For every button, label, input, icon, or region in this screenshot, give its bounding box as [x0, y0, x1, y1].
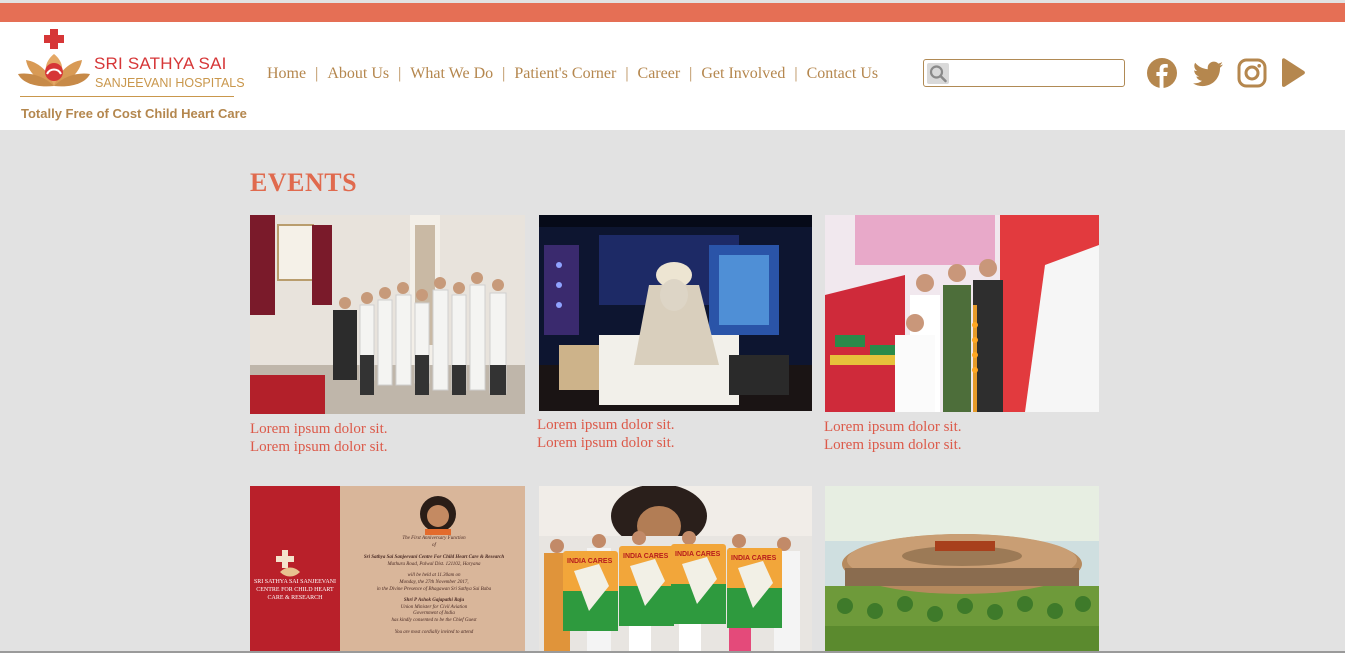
event-photo: [539, 486, 812, 653]
poster-guest-name: Shri P Ashok Gajapathi Raju: [403, 598, 465, 604]
event-image-hospital-campus[interactable]: [825, 486, 1099, 653]
poster-invitation-text: The First Anniversary Function of Sri Sa…: [345, 536, 523, 636]
banner-text: INDIA CARES: [675, 551, 721, 558]
poster-of: of: [432, 542, 436, 548]
caption-line: Lorem ipsum dolor sit.: [537, 435, 675, 451]
site-header: SRI SATHYA SAI SANJEEVANI HOSPITALS Tota…: [0, 22, 1345, 130]
banner-text: INDIA CARES: [567, 558, 613, 565]
hospital-logo[interactable]: SRI SATHYA SAI SANJEEVANI HOSPITALS Tota…: [16, 28, 247, 121]
event-photo: [539, 215, 812, 411]
instagram-icon[interactable]: [1237, 57, 1267, 89]
main-nav: Home | About Us | What We Do | Patient's…: [267, 64, 878, 84]
nav-what-we-do[interactable]: What We Do: [410, 65, 493, 83]
nav-about-us[interactable]: About Us: [327, 65, 389, 83]
event-caption: Lorem ipsum dolor sit. Lorem ipsum dolor…: [824, 418, 962, 454]
search-icon: [929, 65, 947, 83]
nav-contact-us[interactable]: Contact Us: [807, 65, 879, 83]
facebook-icon[interactable]: [1146, 57, 1178, 89]
search-box: [923, 59, 1125, 87]
banner-text: INDIA CARES: [623, 553, 669, 560]
poster-presence: in the Divine Presence of Bhagawan Sri S…: [376, 586, 492, 592]
event-image-invitation-poster[interactable]: SRI SATHYA SAI SANJEEVANI CENTRE FOR CHI…: [250, 486, 525, 653]
top-accent-bar: [0, 3, 1345, 22]
twitter-icon[interactable]: [1191, 57, 1225, 89]
caption-line: Lorem ipsum dolor sit.: [250, 421, 388, 437]
caption-line: Lorem ipsum dolor sit.: [250, 439, 388, 455]
nav-patients-corner[interactable]: Patient's Corner: [514, 65, 616, 83]
search-button[interactable]: [927, 63, 949, 84]
brand-tagline: Totally Free of Cost Child Heart Care: [21, 106, 247, 121]
lotus-cross-icon: [18, 29, 90, 87]
nav-separator: |: [398, 65, 402, 82]
poster-centre: Sri Sathya Sai Sanjeevani Centre For Chi…: [363, 555, 505, 561]
event-image-stage-speaker[interactable]: [539, 215, 812, 411]
poster-left-title: SRI SATHYA SAI SANJEEVANI CENTRE FOR CHI…: [253, 579, 337, 601]
poster-address: Mathura Road, Palwal Dist. 121102, Harya…: [387, 561, 481, 567]
nav-career[interactable]: Career: [638, 65, 681, 83]
nav-separator: |: [315, 65, 319, 82]
caption-line: Lorem ipsum dolor sit.: [824, 437, 962, 453]
poster-date: Monday, the 27th November 2017,: [399, 579, 469, 585]
nav-separator: |: [689, 65, 693, 82]
caption-line: Lorem ipsum dolor sit.: [824, 419, 962, 435]
caption-line: Lorem ipsum dolor sit.: [537, 417, 675, 433]
poster-guest-note: has kindly consented to be the Chief Gue…: [391, 617, 477, 623]
nav-separator: |: [502, 65, 506, 82]
search-input[interactable]: [952, 62, 1124, 86]
event-caption: Lorem ipsum dolor sit. Lorem ipsum dolor…: [537, 416, 675, 452]
brand-name: SRI SATHYA SAI: [94, 54, 227, 73]
nav-separator: |: [794, 65, 798, 82]
events-heading: EVENTS: [250, 168, 358, 197]
youtube-play-icon[interactable]: [1279, 57, 1307, 89]
nav-get-involved[interactable]: Get Involved: [701, 65, 785, 83]
event-image-plaque-unveiling[interactable]: [250, 215, 525, 414]
event-image-lamp-lighting[interactable]: [825, 215, 1099, 412]
poster-time: will be held at 11.30am on: [407, 573, 461, 579]
poster-guest-role: Union Minister for Civil Aviation: [400, 604, 468, 610]
event-photo: [825, 486, 1099, 653]
event-photo: [825, 215, 1099, 412]
event-caption: Lorem ipsum dolor sit. Lorem ipsum dolor…: [250, 420, 388, 456]
nav-home[interactable]: Home: [267, 65, 306, 83]
nav-separator: |: [625, 65, 629, 82]
poster-function: The First Anniversary Function: [402, 536, 466, 541]
banner-text: INDIA CARES: [731, 555, 777, 562]
event-photo: [250, 215, 525, 414]
logo-divider: [20, 96, 234, 97]
brand-subname: SANJEEVANI HOSPITALS: [95, 76, 245, 90]
event-image-india-cares[interactable]: INDIA CARES INDIA CARES INDIA CARES INDI…: [539, 486, 812, 653]
poster-invite: You are most cordially invited to attend: [394, 629, 474, 635]
poster-guest-govt: Government of India: [413, 611, 455, 617]
